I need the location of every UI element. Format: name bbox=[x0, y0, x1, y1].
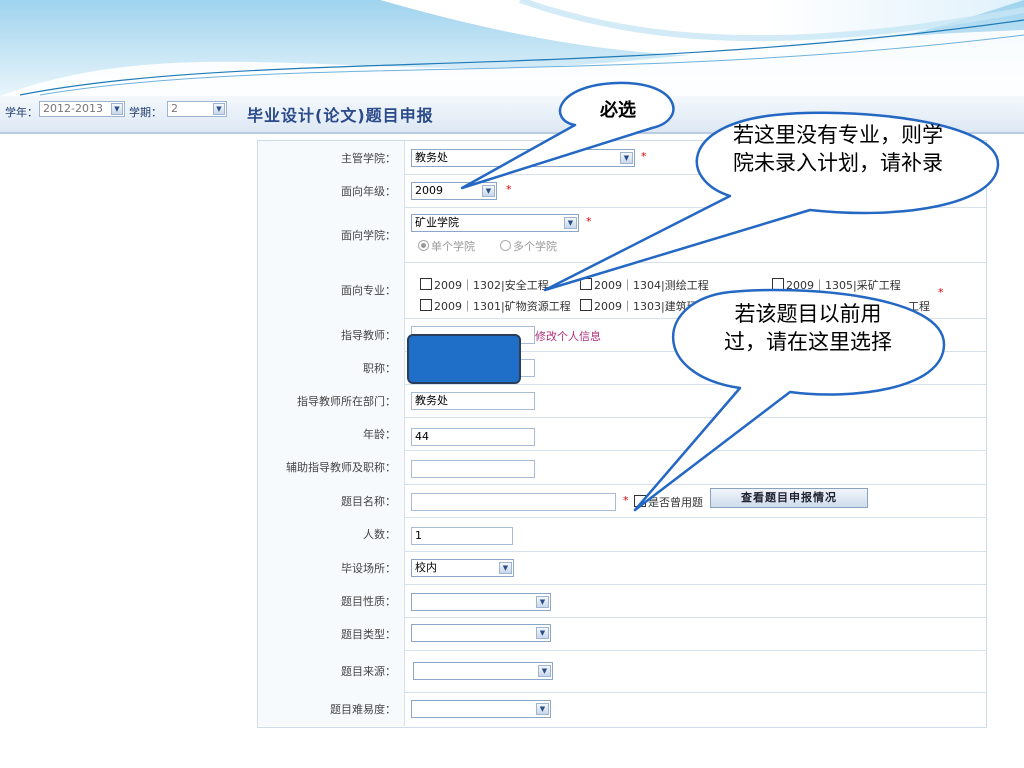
callout-layer bbox=[460, 81, 1000, 512]
callout-used-before: 若该题目以前用过，请在这里选择 bbox=[724, 302, 892, 354]
callout-must-select: 必选 bbox=[600, 100, 636, 121]
callout-no-major: 若这里没有专业，则学院未录入计划，请补录 bbox=[733, 123, 943, 175]
